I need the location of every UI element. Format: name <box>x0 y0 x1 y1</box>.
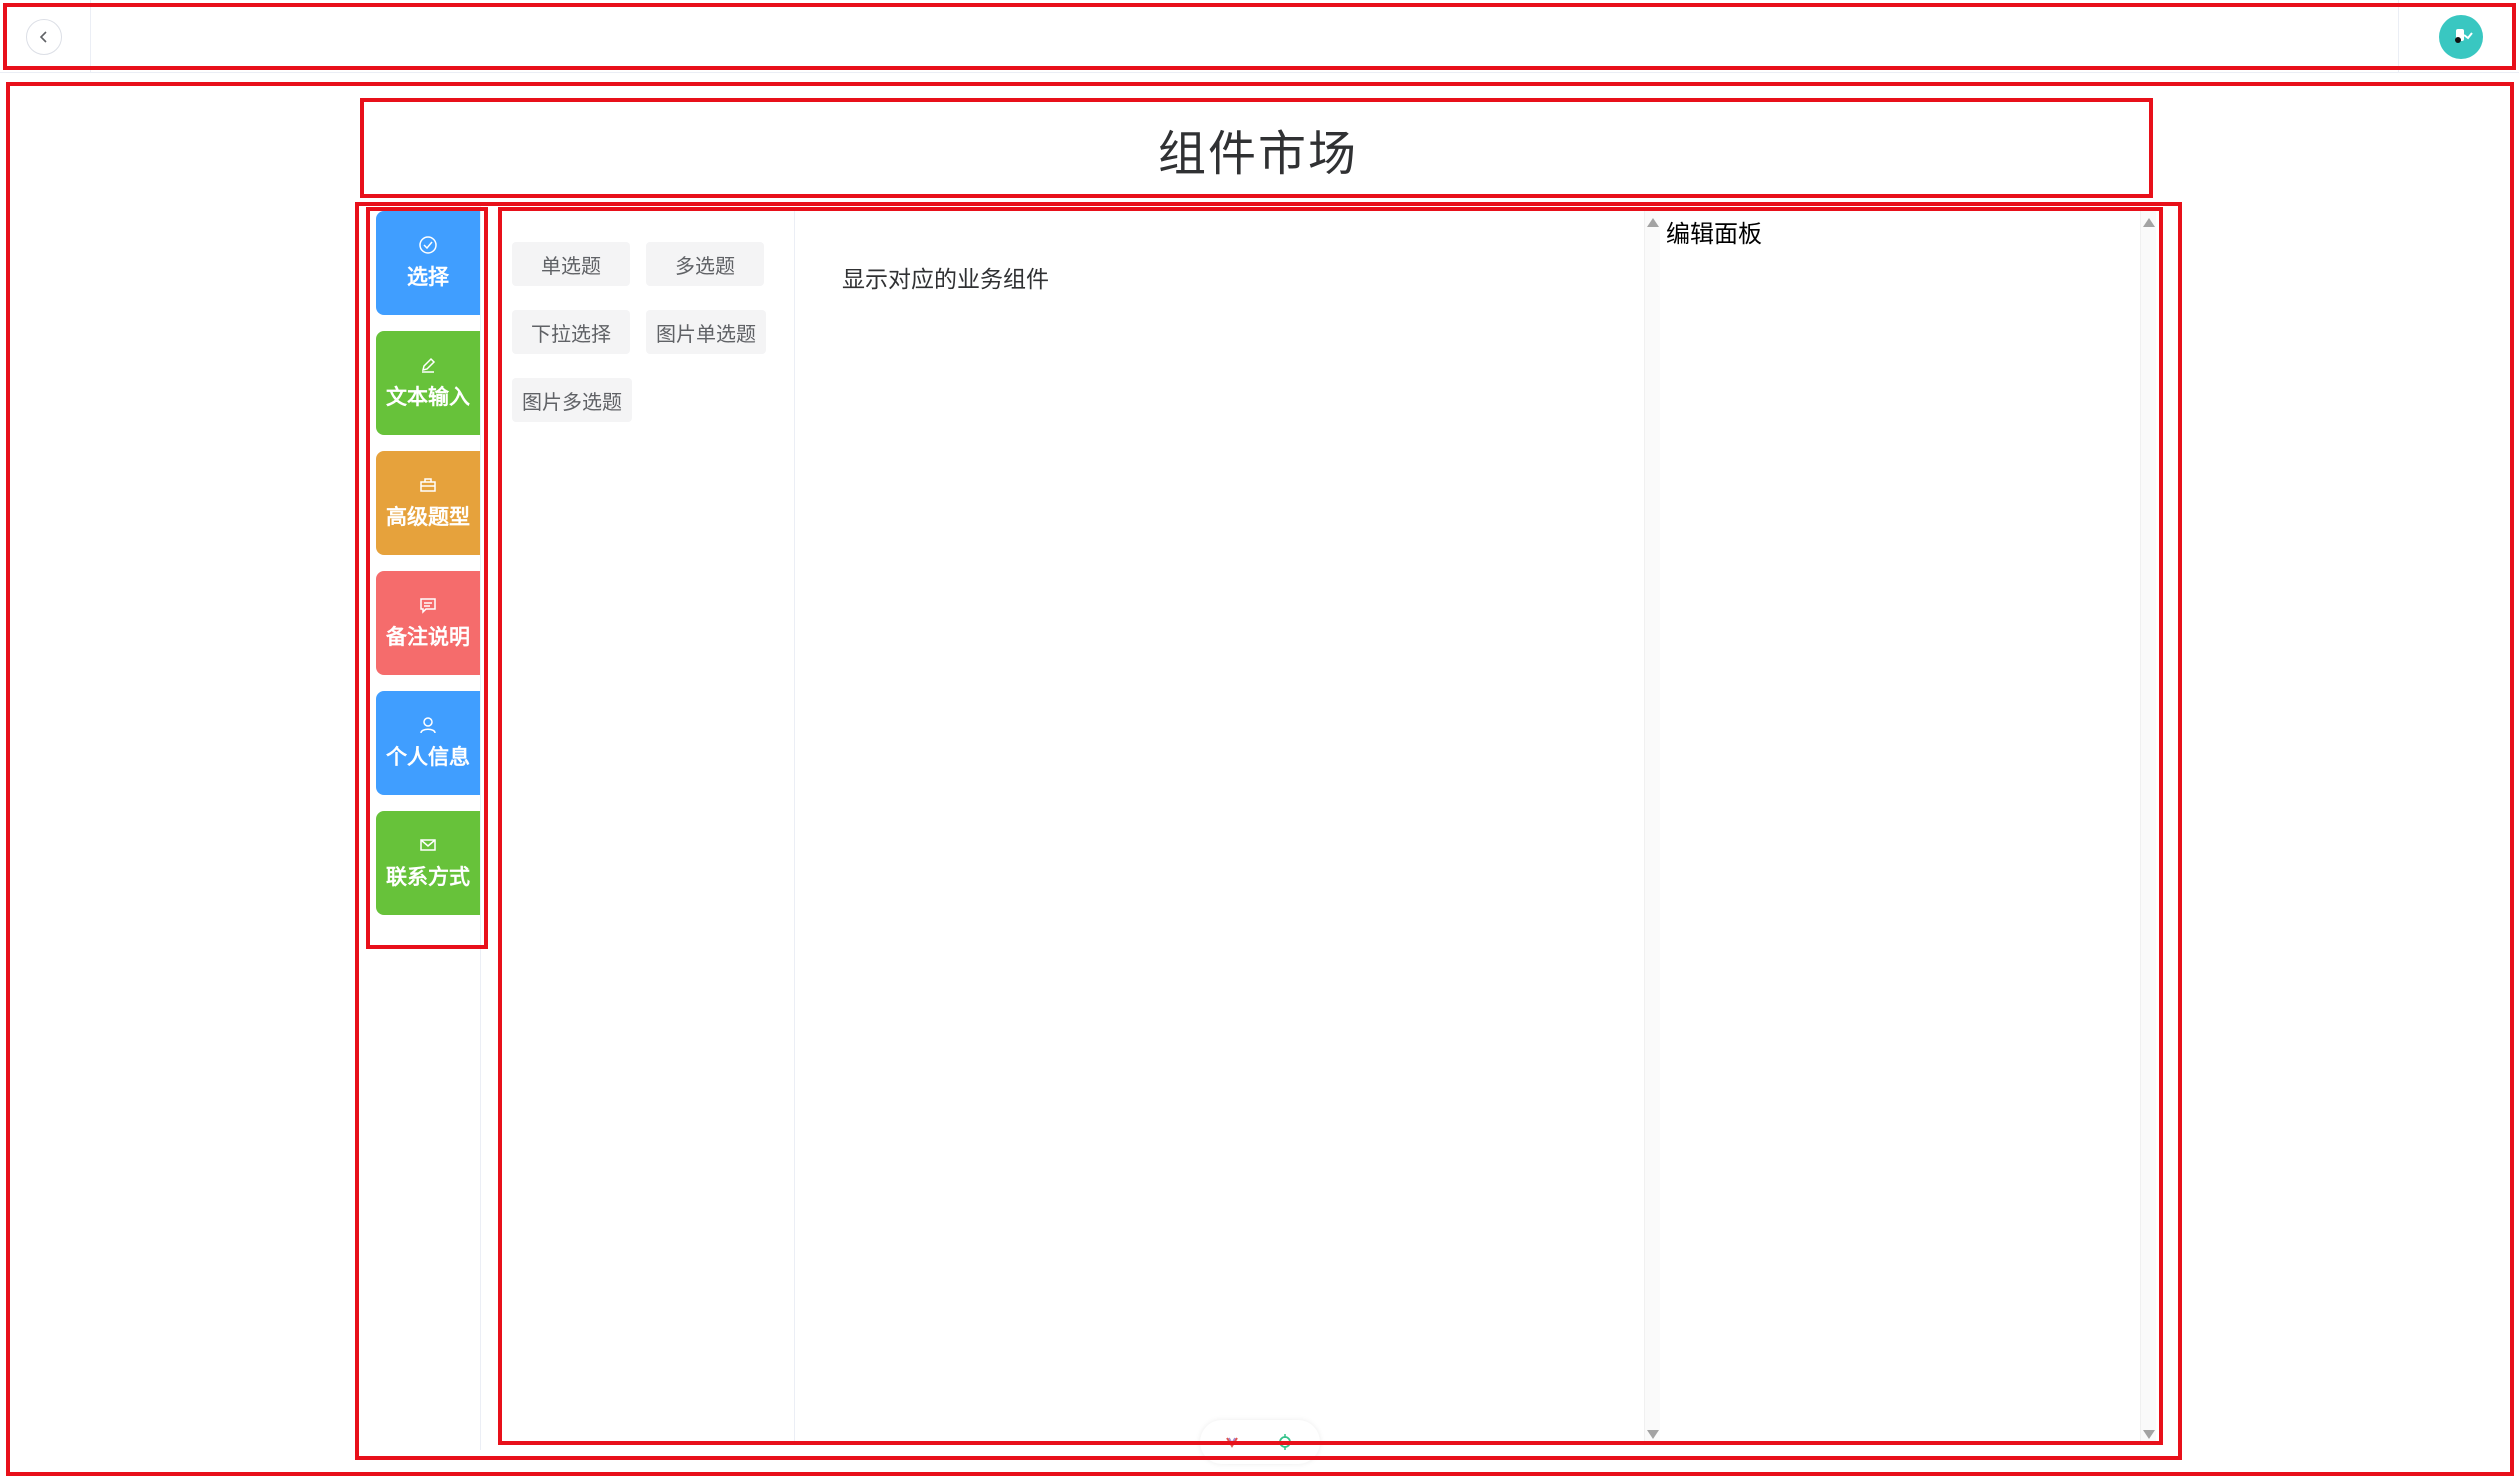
topbar-divider-right <box>2398 0 2399 72</box>
scroll-up-arrow-icon[interactable] <box>1647 218 1659 227</box>
user-avatar[interactable] <box>2439 15 2483 59</box>
preview-placeholder: 显示对应的业务组件 <box>842 267 1049 293</box>
page-title: 组件市场 <box>1157 126 1358 182</box>
component-image-single-choice[interactable]: 图片单选题 <box>646 310 766 354</box>
component-image-multi-choice[interactable]: 图片多选题 <box>512 378 632 422</box>
preview-scrollbar[interactable] <box>1644 210 1660 1445</box>
category-text-input[interactable]: 文本输入 <box>376 331 480 435</box>
edit-panel-title: 编辑面板 <box>1666 220 1762 248</box>
edit-panel: 编辑面板 <box>1664 210 2160 1445</box>
component-palette: 单选题 多选题 下拉选择 图片单选题 图片多选题 <box>498 210 795 1445</box>
category-label: 高级题型 <box>386 505 470 529</box>
category-label: 文本输入 <box>386 385 470 409</box>
chevron-left-icon <box>39 31 47 43</box>
category-personal-info[interactable]: 个人信息 <box>376 691 480 795</box>
category-select[interactable]: 选择 <box>376 211 480 315</box>
comment-icon <box>420 598 436 614</box>
mail-icon <box>420 839 436 851</box>
category-label: 联系方式 <box>386 865 470 889</box>
arrow-down-icon[interactable] <box>1224 1434 1240 1450</box>
category-label: 选择 <box>407 265 449 289</box>
edit-panel-scrollbar[interactable] <box>2140 210 2156 1445</box>
briefcase-icon <box>420 478 436 492</box>
preview-area: 显示对应的业务组件 <box>796 210 1646 1445</box>
component-dropdown[interactable]: 下拉选择 <box>512 310 630 354</box>
check-circle-icon <box>419 236 437 254</box>
top-bar <box>0 0 2519 73</box>
topbar-divider-left <box>90 0 91 72</box>
avatar-icon <box>2455 29 2473 43</box>
category-notes[interactable]: 备注说明 <box>376 571 480 675</box>
component-multi-choice[interactable]: 多选题 <box>646 242 764 286</box>
category-advanced[interactable]: 高级题型 <box>376 451 480 555</box>
scroll-down-arrow-icon[interactable] <box>1647 1430 1659 1439</box>
user-icon <box>420 717 436 734</box>
target-icon[interactable] <box>1276 1433 1294 1451</box>
scroll-up-arrow-icon[interactable] <box>2143 218 2155 227</box>
back-button[interactable] <box>26 19 62 55</box>
component-single-choice[interactable]: 单选题 <box>512 242 630 286</box>
pen-icon <box>421 357 436 373</box>
scroll-down-arrow-icon[interactable] <box>2143 1430 2155 1439</box>
floating-toolbar <box>1200 1420 1320 1464</box>
category-label: 个人信息 <box>386 745 470 769</box>
category-sidebar: 选择 文本输入 高级题型 备注说明 个人信息 联系方式 <box>360 205 481 1450</box>
category-label: 备注说明 <box>386 625 470 649</box>
category-contact[interactable]: 联系方式 <box>376 811 480 915</box>
